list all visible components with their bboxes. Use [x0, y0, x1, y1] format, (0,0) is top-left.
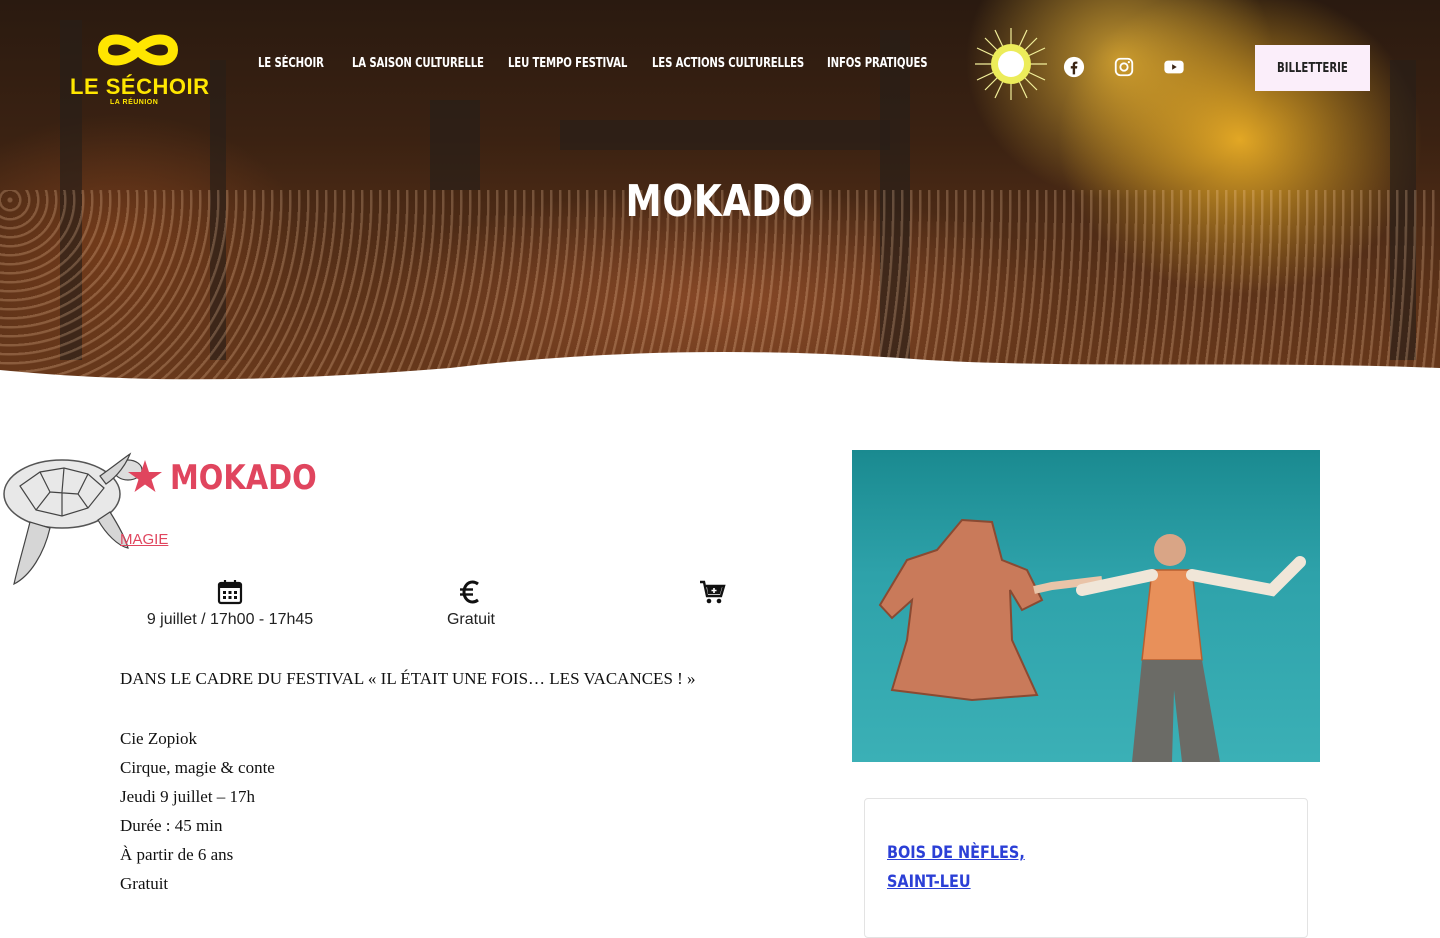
nav-item-infos-pratiques[interactable]: INFOS PRATIQUES: [827, 56, 928, 71]
stage-roof: [560, 120, 890, 150]
hero-title: MOKADO: [625, 176, 814, 227]
brand-tagline: LA RÉUNION: [110, 99, 159, 106]
description-line: Gratuit: [120, 874, 169, 893]
event-date: 9 juillet / 17h00 - 17h45: [110, 578, 350, 629]
instagram-icon[interactable]: [1113, 56, 1135, 78]
event-price-text: Gratuit: [446, 611, 495, 628]
nav-item-actions-culturelles[interactable]: LES ACTIONS CULTURELLES: [652, 56, 804, 71]
event-date-text: 9 juillet / 17h00 - 17h45: [146, 611, 314, 628]
description-line: Cirque, magie & conte: [120, 758, 275, 777]
event-photo: [852, 450, 1320, 762]
description-line: Jeudi 9 juillet – 17h: [120, 787, 256, 806]
event-description: DANS LE CADRE DU FESTIVAL « IL ÉTAIT UNE…: [120, 664, 740, 898]
cart-icon[interactable]: [698, 578, 726, 606]
hero-banner: LE SÉCHOIR LA RÉUNION LE SÉCHOIR LA SAIS…: [0, 0, 1440, 400]
euro-icon: [460, 580, 479, 604]
youtube-icon[interactable]: [1163, 56, 1185, 78]
nav-item-saison-culturelle[interactable]: LA SAISON CULTURELLE: [352, 56, 484, 71]
facebook-icon[interactable]: [1063, 56, 1085, 78]
venue-link[interactable]: BOIS DE NÈFLES, SAINT-LEU: [887, 839, 1049, 897]
brand-name[interactable]: LE SÉCHOIR: [70, 74, 209, 100]
calendar-icon: [217, 580, 243, 605]
wave-divider: [0, 352, 1440, 400]
performer-image: [878, 518, 1306, 762]
description-line: À partir de 6 ans: [120, 845, 234, 864]
category-link[interactable]: MAGIE: [120, 531, 168, 548]
description-line: Durée : 45 min: [120, 816, 223, 835]
event-tickets[interactable]: [592, 578, 832, 606]
event-title: MOKADO: [170, 458, 317, 498]
star-icon: [128, 460, 162, 492]
festival-context: DANS LE CADRE DU FESTIVAL « IL ÉTAIT UNE…: [120, 669, 696, 688]
nav-item-le-sechoir[interactable]: LE SÉCHOIR: [258, 56, 324, 71]
billetterie-button[interactable]: BILLETTERIE: [1255, 45, 1370, 91]
nav-item-leu-tempo-festival[interactable]: LEU TEMPO FESTIVAL: [508, 56, 627, 71]
description-line: Cie Zopiok: [120, 729, 197, 748]
festival-sun-icon[interactable]: [975, 28, 1047, 100]
event-price: Gratuit: [351, 578, 591, 629]
